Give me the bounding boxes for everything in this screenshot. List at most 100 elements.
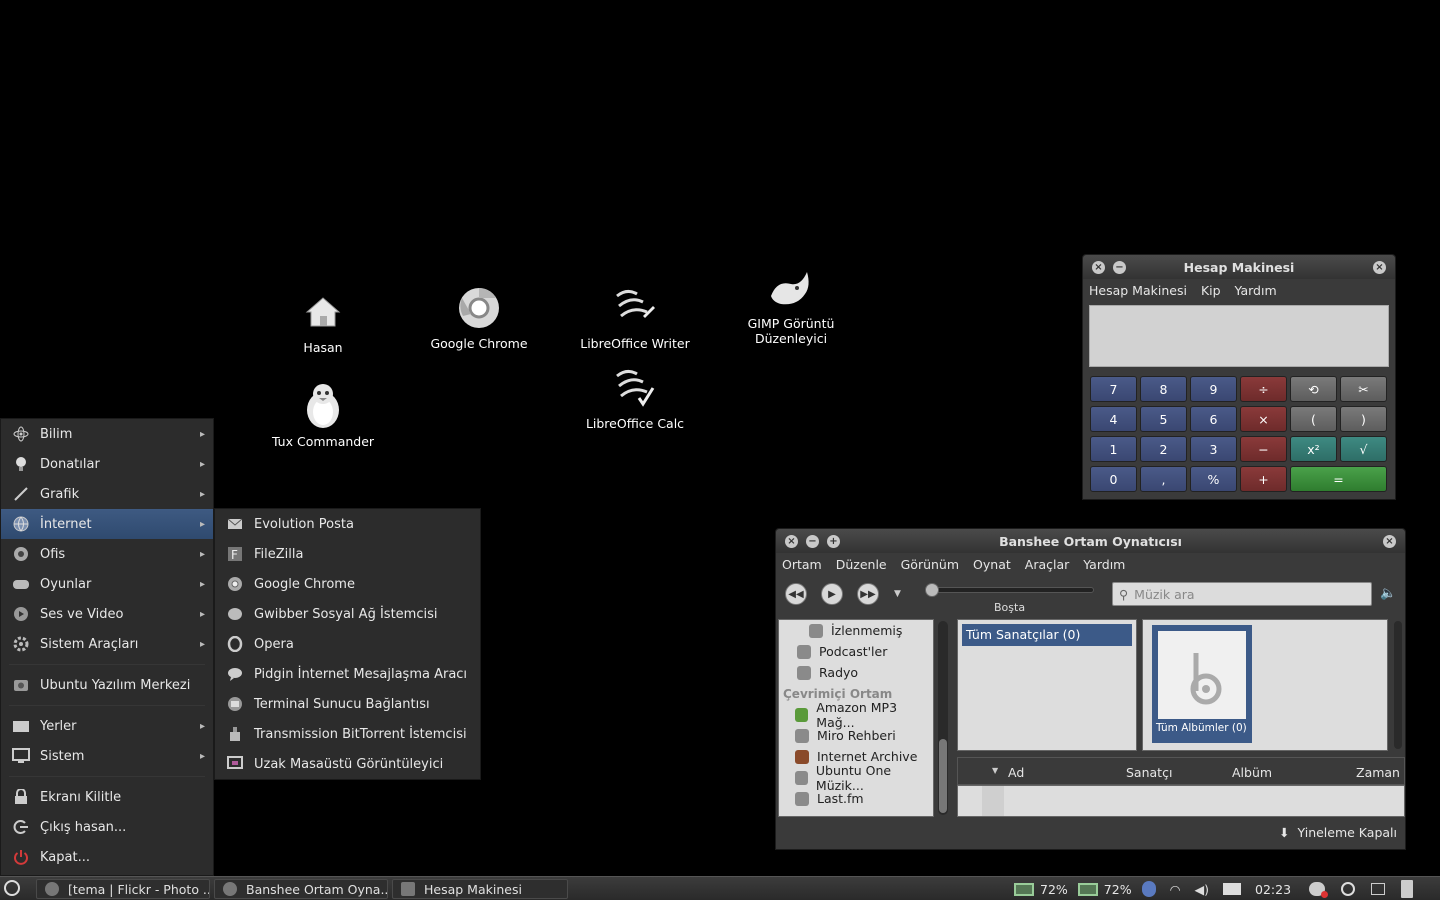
bluetooth-icon[interactable] [1141, 881, 1156, 897]
calc-button-2[interactable]: 2 [1140, 436, 1187, 462]
menu-item-sistem-araclari[interactable]: Sistem Araçları ▸ [1, 629, 213, 659]
desktop-icon-writer[interactable]: LibreOffice Writer [560, 284, 710, 351]
volume-icon[interactable]: ◀) [1195, 882, 1210, 897]
submenu-item-gwibber[interactable]: Gwibber Sosyal Ağ İstemcisi [215, 599, 480, 629]
submenu-item-transmission[interactable]: Transmission BitTorrent İstemcisi [215, 719, 480, 749]
calc-button-7[interactable]: 7 [1090, 376, 1137, 402]
column-sanatci[interactable]: Sanatçı [1126, 758, 1172, 786]
battery-icon[interactable] [1077, 882, 1098, 896]
close-icon[interactable]: × [785, 534, 798, 548]
menu-item-shutdown[interactable]: Kapat... [1, 842, 213, 872]
column-zaman[interactable]: Zaman [1356, 758, 1400, 786]
seek-slider[interactable] [925, 583, 1094, 597]
menu-item-software-center[interactable]: Ubuntu Yazılım Merkezi [1, 670, 213, 700]
desktop-icon-tux[interactable]: Tux Commander [248, 382, 398, 449]
mail-icon[interactable] [1223, 883, 1242, 895]
clock[interactable]: 02:23 [1255, 882, 1291, 897]
menu-item-donatilar[interactable]: Donatılar ▸ [1, 449, 213, 479]
workspace-switcher-icon[interactable] [1371, 883, 1386, 895]
submenu-item-evolution[interactable]: Evolution Posta [215, 509, 480, 539]
menu-item-ofis[interactable]: Ofis ▸ [1, 539, 213, 569]
desktop-icon-calc[interactable]: LibreOffice Calc [560, 364, 710, 431]
calc-button-divide[interactable]: ÷ [1240, 376, 1287, 402]
source-item[interactable]: Ubuntu One Müzik... [783, 763, 933, 793]
source-scrollbar[interactable] [938, 621, 948, 815]
task-flickr[interactable]: [tema | Flickr - Photo ... [36, 879, 210, 899]
battery-icon[interactable] [1014, 882, 1034, 896]
calc-button-percent[interactable]: % [1190, 466, 1237, 492]
submenu-item-chrome[interactable]: Google Chrome [215, 569, 480, 599]
calc-button-power[interactable]: x² [1290, 436, 1337, 462]
wifi-icon[interactable]: ◠ [1170, 882, 1181, 897]
menu-item-bilim[interactable]: Bilim ▸ [1, 419, 213, 449]
menu-oynat[interactable]: Oynat [973, 557, 1011, 572]
close-icon[interactable]: × [1373, 260, 1386, 274]
calc-button-equals[interactable]: = [1290, 466, 1387, 492]
next-button[interactable]: ▶▶ [857, 583, 879, 605]
repeat-toggle[interactable]: ⬇ Yineleme Kapalı [1279, 825, 1397, 840]
menu-item-internet[interactable]: İnternet ▸ [1, 509, 213, 539]
artist-item[interactable]: Tüm Sanatçılar (0) [962, 624, 1132, 646]
album-scrollbar[interactable] [1394, 621, 1402, 749]
calc-button-subtract[interactable]: − [1240, 436, 1287, 462]
calc-button-add[interactable]: + [1240, 466, 1287, 492]
calc-button-comma[interactable]: , [1140, 466, 1187, 492]
submenu-item-filezilla[interactable]: F FileZilla [215, 539, 480, 569]
menu-item-ses-video[interactable]: Ses ve Video ▸ [1, 599, 213, 629]
close-icon[interactable]: × [1383, 534, 1396, 548]
menu-item-logout[interactable]: Çıkış hasan... [1, 812, 213, 842]
menu-item-sistem[interactable]: Sistem ▸ [1, 741, 213, 771]
trash-icon[interactable] [1401, 880, 1414, 898]
close-icon[interactable]: × [1092, 260, 1105, 274]
calc-button-6[interactable]: 6 [1190, 406, 1237, 432]
desktop-icon-gimp[interactable]: GIMP Görüntü Düzenleyici [716, 264, 866, 346]
banshee-titlebar[interactable]: × − + Banshee Ortam Oynatıcısı × [776, 529, 1405, 553]
menu-item-yerler[interactable]: Yerler ▸ [1, 711, 213, 741]
calc-button-0[interactable]: 0 [1090, 466, 1137, 492]
volume-icon[interactable]: 🔈 [1380, 586, 1396, 601]
calc-button-sqrt[interactable]: √ [1340, 436, 1387, 462]
scrollbar-thumb[interactable] [939, 739, 947, 813]
menu-item-lock-screen[interactable]: Ekranı Kilitle [1, 782, 213, 812]
menu-ortam[interactable]: Ortam [782, 557, 822, 572]
minimize-icon[interactable]: − [1113, 260, 1126, 274]
chevron-down-icon[interactable]: ▼ [894, 589, 901, 599]
calc-button-4[interactable]: 4 [1090, 406, 1137, 432]
desktop-icon-chrome[interactable]: Google Chrome [404, 284, 554, 351]
chat-status-icon[interactable] [1309, 882, 1329, 898]
source-item[interactable]: İzlenmemiş [783, 620, 933, 641]
calc-button-9[interactable]: 9 [1190, 376, 1237, 402]
task-calculator[interactable]: Hesap Makinesi [392, 879, 568, 899]
calc-button-8[interactable]: 8 [1140, 376, 1187, 402]
sort-chevron-down-icon[interactable]: ▼ [992, 766, 998, 775]
desktop-icon-hasan[interactable]: Hasan [248, 288, 398, 355]
calc-button-1[interactable]: 1 [1090, 436, 1137, 462]
album-tile[interactable]: Tüm Albümler (0) [1152, 625, 1252, 743]
submenu-item-terminal-server[interactable]: Terminal Sunucu Bağlantısı [215, 689, 480, 719]
source-item[interactable]: Amazon MP3 Mağ... [783, 700, 933, 730]
calculator-titlebar[interactable]: × − Hesap Makinesi × [1083, 255, 1395, 279]
calc-button-clear[interactable]: ✂ [1340, 376, 1387, 402]
menu-duzenle[interactable]: Düzenle [836, 557, 887, 572]
search-input[interactable]: ⚲ Müzik ara [1112, 582, 1372, 606]
menu-hesap-makinesi[interactable]: Hesap Makinesi [1089, 283, 1187, 298]
menu-item-oyunlar[interactable]: Oyunlar ▸ [1, 569, 213, 599]
play-button[interactable]: ▶ [821, 583, 843, 605]
menu-gorunum[interactable]: Görünüm [901, 557, 959, 572]
menu-yardim[interactable]: Yardım [1235, 283, 1277, 298]
calc-button-rparen[interactable]: ) [1340, 406, 1387, 432]
ubuntu-menu-icon[interactable] [4, 880, 20, 896]
maximize-icon[interactable]: + [827, 534, 840, 548]
column-album[interactable]: Albüm [1232, 758, 1272, 786]
calc-button-undo[interactable]: ⟲ [1290, 376, 1337, 402]
power-icon[interactable] [1341, 882, 1356, 896]
menu-kip[interactable]: Kip [1201, 283, 1221, 298]
menu-item-grafik[interactable]: Grafik ▸ [1, 479, 213, 509]
source-item[interactable]: Podcast'ler [783, 641, 933, 662]
source-item[interactable]: Radyo [783, 662, 933, 683]
seek-slider-handle[interactable] [925, 583, 939, 597]
calc-button-multiply[interactable]: × [1240, 406, 1287, 432]
calc-button-5[interactable]: 5 [1140, 406, 1187, 432]
submenu-item-pidgin[interactable]: Pidgin İnternet Mesajlaşma Aracı [215, 659, 480, 689]
column-ad[interactable]: Ad [1008, 758, 1024, 786]
